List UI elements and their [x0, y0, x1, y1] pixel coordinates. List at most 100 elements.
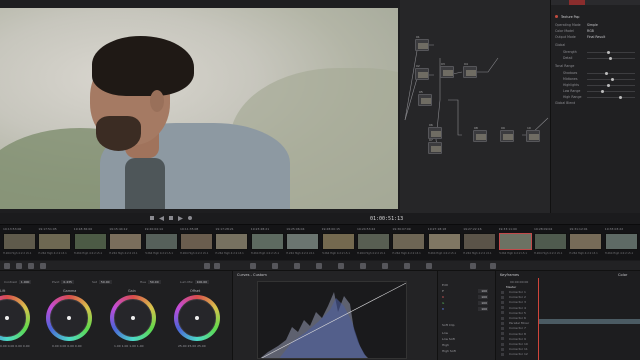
key-icon[interactable] — [382, 263, 388, 269]
high-range-slider[interactable] — [587, 96, 635, 99]
slider-label: Highlights — [563, 83, 580, 87]
keyframe-row-toggle[interactable] — [501, 316, 504, 320]
node-09[interactable]: 09 — [500, 126, 514, 142]
low-range-slider[interactable] — [587, 90, 635, 93]
stop-button-2[interactable] — [169, 216, 173, 220]
clip-thumbnail[interactable]: 19:30:07:09 H.264 High 4:2:2 L5.1 — [391, 226, 426, 258]
shadows-slider[interactable] — [587, 72, 635, 75]
operating-mode-value[interactable]: Simple — [587, 23, 598, 27]
clip-thumbnail[interactable]: 19:28:09:04 H.264 High 4:2:2 L5.1 — [533, 226, 568, 258]
pivot-field[interactable]: Pivot 0.435 — [52, 280, 74, 284]
clip-thumbnail[interactable]: 19:24:53:22 H.264 High 4:2:2 L5.1 — [356, 226, 391, 258]
blur-icon[interactable] — [360, 263, 366, 269]
clip-thumbnail[interactable]: 19:17:51:05 H.264 High 4:2:2 L5.1 — [37, 226, 72, 258]
gamma-wheel[interactable] — [46, 295, 92, 341]
clip-thumbnail[interactable]: 19:15:44:12 H.264 High 4:2:2 L5.1 — [108, 226, 143, 258]
hue-field[interactable]: Hue 50.00 — [140, 280, 161, 284]
node-07[interactable]: 07 — [428, 138, 442, 154]
gain-wheel[interactable] — [110, 295, 156, 341]
node-08[interactable]: 08 — [473, 126, 487, 142]
effect-enable-icon[interactable] — [555, 15, 558, 18]
info-icon[interactable] — [490, 263, 496, 269]
keyframe-row-toggle[interactable] — [501, 311, 504, 315]
clip-thumbnail[interactable]: 19:27:22:16 H.264 High 4:2:2 L5.1 — [462, 226, 497, 258]
sat-field[interactable]: Sat 50.00 — [92, 280, 112, 284]
channel-y-label: Y — [442, 289, 444, 293]
reset-icon[interactable] — [204, 263, 210, 269]
channel-g-value[interactable]: 100 — [478, 301, 488, 305]
clip-thumbnail[interactable]: 19:28:00:15 H.264 High 4:2:2 L5.1 — [321, 226, 356, 258]
section-global-blend[interactable]: Global Blend — [555, 101, 575, 105]
keyframe-row-toggle[interactable] — [501, 321, 504, 325]
section-tonal-range[interactable]: Tonal Range — [555, 64, 574, 68]
3d-icon[interactable] — [426, 263, 432, 269]
channel-r-value[interactable]: 100 — [478, 295, 488, 299]
play-reverse-button[interactable] — [159, 216, 164, 221]
keyframe-row-toggle[interactable] — [501, 295, 504, 299]
offset-wheel[interactable] — [174, 295, 220, 341]
section-global[interactable]: Global — [555, 43, 565, 47]
clip-codec: H.264 High 4:2:2 L5.1 — [180, 252, 209, 255]
highlights-slider[interactable] — [587, 84, 635, 87]
channel-b-value[interactable]: 100 — [478, 307, 488, 311]
clip-thumbnail[interactable]: 19:23:28:21 H.264 High 4:2:2 L5.1 — [250, 226, 285, 258]
contrast-field[interactable]: Contrast 1.000 — [4, 280, 32, 284]
color-wheels-icon[interactable] — [28, 263, 34, 269]
midtones-slider[interactable] — [587, 78, 635, 81]
clip-thumbnail[interactable]: 19:18:36:06 H.264 High 4:2:2 L5.1 — [73, 226, 108, 258]
keyframe-row-toggle[interactable] — [501, 347, 504, 351]
clip-codec: H.264 High 4:2:2 L5.1 — [604, 252, 634, 255]
clip-thumbnail[interactable]: 19:20:04:14 H.264 High 4:2:2 L5.1 — [144, 226, 179, 258]
keyframe-row-toggle[interactable] — [501, 306, 504, 310]
keyframe-row-toggle[interactable] — [501, 327, 504, 330]
stop-button[interactable] — [150, 216, 154, 220]
color-match-icon[interactable] — [16, 263, 22, 269]
window-icon[interactable] — [294, 263, 300, 269]
clip-thumbnail[interactable]: 19:31:12:01 H.264 High 4:2:2 L5.1 — [568, 226, 603, 258]
keyframe-row-toggle[interactable] — [501, 353, 504, 356]
clip-thumbnail[interactable]: 19:33:11:00 H.264 High 4:2:2 L5.1 — [498, 226, 533, 258]
clip-thumbnail[interactable]: 19:13:53:06 H.264 High 4:2:2 L5.1 — [2, 226, 37, 258]
tracker-icon[interactable] — [316, 263, 322, 269]
magic-mask-icon[interactable] — [338, 263, 344, 269]
node-02[interactable]: 02 — [415, 64, 429, 80]
options-icon[interactable] — [214, 263, 220, 269]
clip-thumbnail[interactable]: 19:17:28:21 H.264 High 4:2:2 L5.1 — [214, 226, 249, 258]
keyframe-row-toggle[interactable] — [501, 342, 504, 346]
node-04[interactable]: 04 — [463, 62, 477, 78]
keyframe-row-toggle[interactable] — [501, 290, 504, 294]
color-model-value[interactable]: RGB — [587, 29, 594, 33]
clip-thumbnail[interactable]: 19:25:06:04 H.264 High 4:2:2 L5.1 — [285, 226, 320, 258]
sizing-icon[interactable] — [404, 263, 410, 269]
strength-slider[interactable] — [587, 51, 635, 54]
lum-mix-field[interactable]: Lum Mix 100.00 — [180, 280, 210, 284]
node-01[interactable]: 01 — [415, 35, 429, 51]
viewer-frame[interactable] — [0, 8, 398, 209]
loop-button[interactable] — [188, 216, 192, 220]
node-03[interactable]: 03 — [440, 62, 454, 78]
detail-slider[interactable] — [587, 57, 635, 60]
rgb-mixer-icon[interactable] — [40, 263, 46, 269]
qualifier-icon[interactable] — [272, 263, 278, 269]
camera-raw-icon[interactable] — [4, 263, 10, 269]
keyframe-row-toggle[interactable] — [501, 337, 504, 341]
node-10[interactable]: 10 — [526, 126, 540, 142]
node-05[interactable]: 05 — [418, 90, 432, 106]
scopes-icon[interactable] — [470, 263, 476, 269]
clip-thumbnail[interactable]: 19:33:03:22 H.264 High 4:2:2 L5.1 — [604, 226, 639, 258]
keyframe-range-bar[interactable] — [538, 319, 640, 324]
keyframe-row-toggle[interactable] — [501, 332, 504, 336]
lift-wheel[interactable] — [0, 295, 30, 341]
curves-icon[interactable] — [250, 263, 256, 269]
clip-timecode: 19:33:11:00 — [498, 227, 517, 231]
curves-graph[interactable] — [257, 281, 407, 359]
clip-thumbnail[interactable]: 19:27:18:18 H.264 High 4:2:2 L5.1 — [427, 226, 462, 258]
channel-y-value[interactable]: 100 — [478, 289, 488, 293]
clip-thumbnail[interactable]: 19:11:35:08 H.264 High 4:2:2 L5.1 — [179, 226, 214, 258]
keyframe-playhead[interactable] — [538, 278, 539, 360]
soft-clip-label: Soft Clip — [442, 323, 455, 327]
output-mode-value[interactable]: Final Result — [587, 35, 605, 39]
inspector-active-tab[interactable] — [569, 0, 585, 5]
play-button[interactable] — [178, 216, 183, 221]
keyframe-row-toggle[interactable] — [501, 301, 504, 304]
